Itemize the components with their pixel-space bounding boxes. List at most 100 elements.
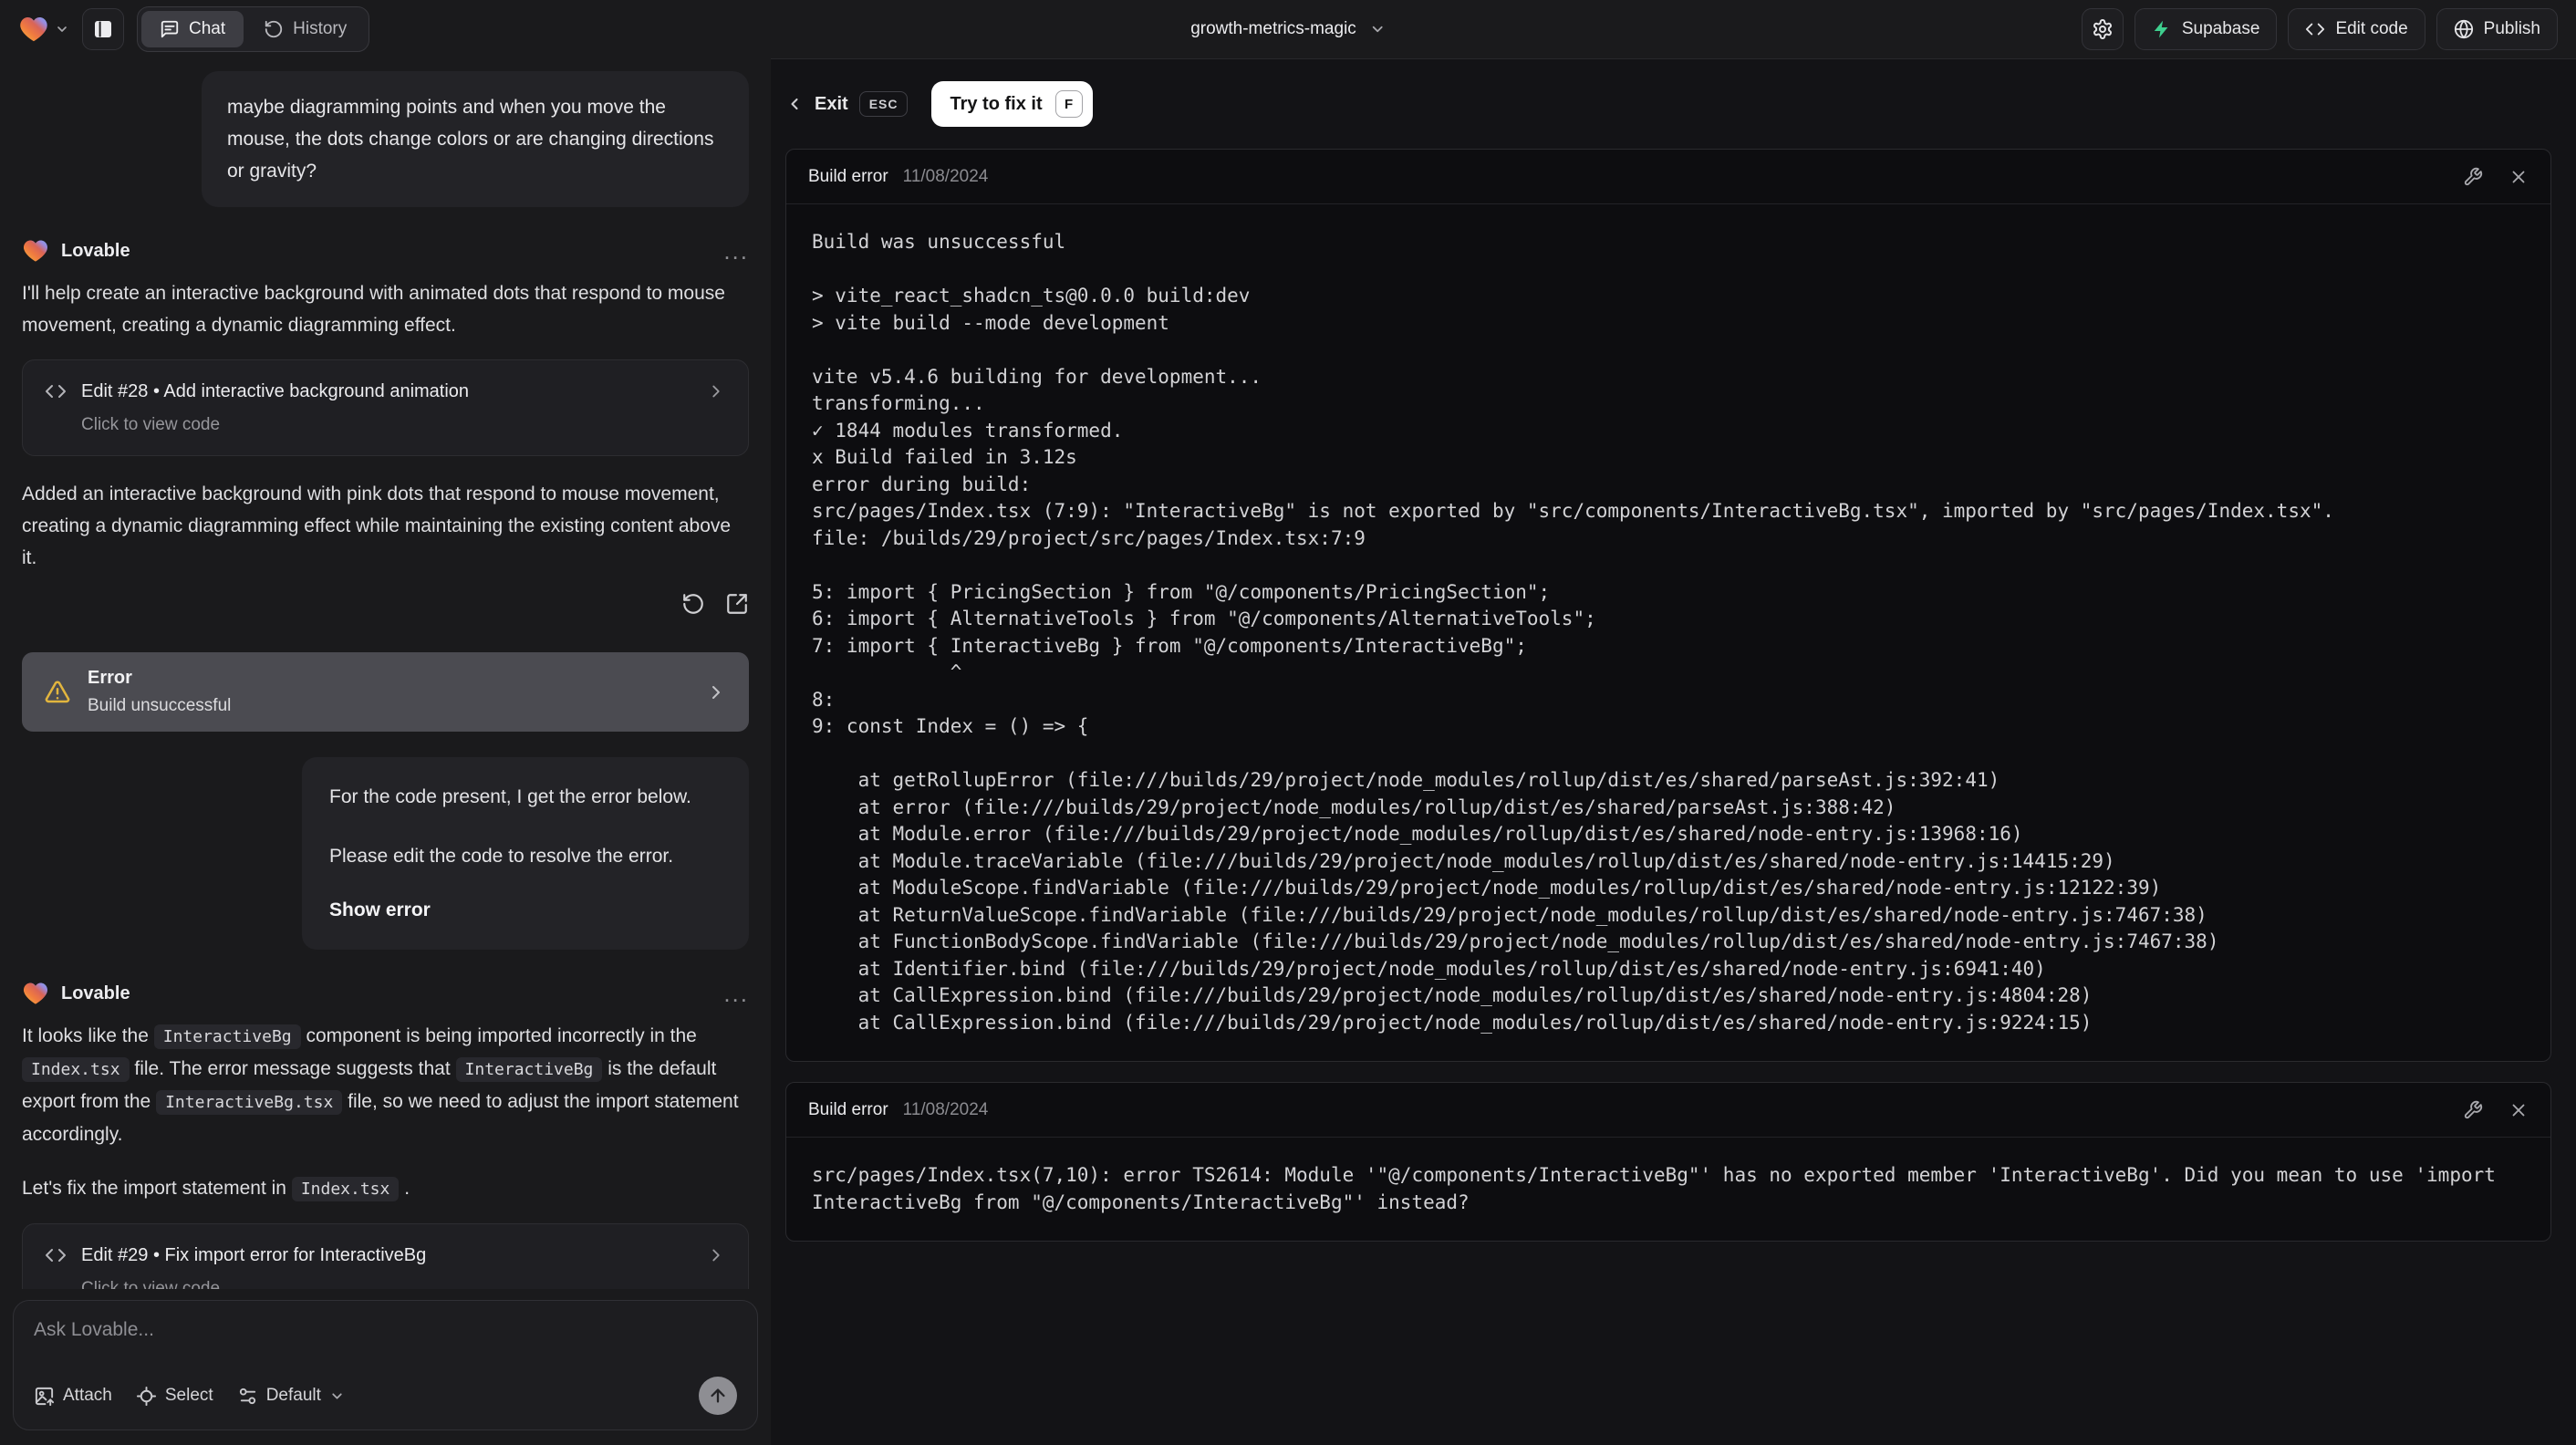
inline-code: Index.tsx bbox=[291, 1177, 400, 1201]
edit-card-title: Edit #28 • Add interactive background an… bbox=[81, 380, 470, 401]
composer-input[interactable] bbox=[34, 1319, 737, 1359]
quote-line-1: For the code present, I get the error be… bbox=[329, 786, 691, 807]
text-run: Let's fix the import statement in bbox=[22, 1178, 292, 1199]
tab-history-label: History bbox=[293, 19, 348, 38]
panel-left-icon bbox=[95, 21, 111, 37]
inline-code: InteractiveBg.tsx bbox=[156, 1090, 343, 1115]
lovable-heart-icon bbox=[20, 16, 47, 42]
chevron-right-icon bbox=[705, 681, 727, 703]
mode-dropdown[interactable]: Default bbox=[237, 1386, 345, 1407]
edit-code-button[interactable]: Edit code bbox=[2288, 8, 2425, 50]
lovable-heart-icon bbox=[24, 240, 47, 262]
f-key-badge: F bbox=[1054, 90, 1083, 118]
lovable-logo-menu[interactable] bbox=[18, 14, 69, 45]
chevron-down-icon bbox=[332, 1392, 342, 1399]
preview-panel: Exit ESC Try to fix it F Build error 11/… bbox=[771, 58, 2576, 1445]
show-error-link[interactable]: Show error bbox=[329, 896, 722, 924]
chat-bubble-icon bbox=[161, 20, 179, 38]
chevron-down-icon bbox=[57, 26, 67, 32]
project-name: growth-metrics-magic bbox=[1190, 19, 1356, 38]
edit-card-title: Edit #29 • Fix import error for Interact… bbox=[81, 1244, 427, 1265]
message-actions bbox=[22, 592, 749, 616]
try-to-fix-button[interactable]: Try to fix it F bbox=[931, 81, 1093, 127]
restore-icon[interactable] bbox=[681, 592, 705, 616]
view-tabs: Chat History bbox=[137, 6, 370, 52]
select-button[interactable]: Select bbox=[136, 1386, 213, 1407]
publish-label: Publish bbox=[2483, 19, 2540, 38]
try-to-fix-label: Try to fix it bbox=[950, 93, 1043, 114]
inline-code: InteractiveBg bbox=[455, 1057, 603, 1082]
user-message-bubble: maybe diagramming points and when you mo… bbox=[202, 71, 749, 207]
fix-wrench-icon[interactable] bbox=[2463, 1100, 2483, 1120]
chevron-right-icon bbox=[706, 381, 726, 401]
chevron-down-icon bbox=[1372, 26, 1383, 33]
attach-button[interactable]: Attach bbox=[34, 1386, 112, 1407]
edit-28-card[interactable]: Edit #28 • Add interactive background an… bbox=[22, 359, 749, 456]
tab-history[interactable]: History bbox=[245, 11, 365, 47]
exit-button[interactable]: Exit ESC bbox=[785, 91, 909, 117]
arrow-up-icon bbox=[711, 1388, 725, 1403]
composer: Attach Select Default bbox=[13, 1300, 758, 1430]
build-error-log: Build was unsuccessful > vite_react_shad… bbox=[812, 231, 2334, 1034]
assistant-paragraph: I'll help create an interactive backgrou… bbox=[22, 283, 725, 336]
build-error-summary-card[interactable]: Error Build unsuccessful bbox=[22, 652, 749, 732]
close-icon[interactable] bbox=[2508, 167, 2529, 187]
build-error-header: Build error 11/08/2024 bbox=[786, 1083, 2550, 1138]
supabase-label: Supabase bbox=[2181, 19, 2260, 38]
chevron-left-icon bbox=[791, 98, 798, 110]
globe-icon bbox=[2454, 19, 2473, 39]
edit-card-subtitle: Click to view code bbox=[81, 1279, 221, 1289]
attach-label: Attach bbox=[63, 1386, 112, 1405]
text-run: component is being imported incorrectly … bbox=[300, 1025, 697, 1046]
supabase-button[interactable]: Supabase bbox=[2134, 8, 2278, 50]
build-error-log: src/pages/Index.tsx(7,10): error TS2614:… bbox=[812, 1164, 2508, 1213]
gear-icon bbox=[2093, 19, 2112, 39]
select-label: Select bbox=[164, 1386, 213, 1405]
send-button[interactable] bbox=[699, 1377, 737, 1415]
assistant-paragraph: It looks like the InteractiveBg componen… bbox=[22, 1020, 749, 1150]
project-switcher[interactable]: growth-metrics-magic bbox=[1190, 19, 1386, 39]
chat-panel: maybe diagramming points and when you mo… bbox=[0, 58, 771, 1445]
exit-label: Exit bbox=[815, 93, 848, 114]
chat-message-list[interactable]: maybe diagramming points and when you mo… bbox=[0, 58, 771, 1289]
sidebar-toggle-button[interactable] bbox=[82, 8, 124, 50]
fix-wrench-icon[interactable] bbox=[2463, 167, 2483, 187]
supabase-bolt-icon bbox=[2154, 20, 2168, 38]
edit-code-label: Edit code bbox=[2335, 19, 2408, 38]
sliders-icon bbox=[239, 1388, 255, 1404]
code-icon bbox=[46, 1249, 66, 1262]
build-error-card-2: Build error 11/08/2024 src/pages/Index.t… bbox=[785, 1082, 2551, 1242]
quote-line-2: Please edit the code to resolve the erro… bbox=[329, 846, 674, 867]
edit-29-card[interactable]: Edit #29 • Fix import error for Interact… bbox=[22, 1223, 749, 1289]
build-error-date: 11/08/2024 bbox=[902, 1099, 989, 1119]
assistant-message-header: Lovable ... bbox=[22, 237, 749, 265]
message-menu-button[interactable]: ... bbox=[723, 982, 749, 1005]
user-message-text: maybe diagramming points and when you mo… bbox=[227, 97, 714, 182]
code-icon bbox=[2306, 23, 2325, 36]
settings-button[interactable] bbox=[2081, 8, 2124, 50]
close-icon[interactable] bbox=[2508, 1100, 2529, 1120]
tab-chat[interactable]: Chat bbox=[141, 11, 244, 47]
inline-code: InteractiveBg bbox=[153, 1024, 301, 1049]
assistant-paragraph: Let's fix the import statement in Index.… bbox=[22, 1172, 749, 1205]
edit-card-subtitle: Click to view code bbox=[81, 415, 221, 434]
lovable-heart-icon bbox=[24, 982, 47, 1004]
user-error-quote-bubble: For the code present, I get the error be… bbox=[302, 757, 749, 950]
publish-button[interactable]: Publish bbox=[2436, 8, 2558, 50]
esc-key-badge: ESC bbox=[858, 91, 909, 117]
warning-triangle-icon bbox=[44, 679, 71, 706]
attach-image-icon bbox=[35, 1387, 55, 1406]
assistant-name: Lovable bbox=[61, 982, 130, 1003]
top-header: Chat History growth-metrics-magic Supaba… bbox=[0, 0, 2576, 58]
text-run: It looks like the bbox=[22, 1025, 154, 1046]
message-menu-button[interactable]: ... bbox=[723, 239, 749, 263]
select-target-icon bbox=[136, 1386, 156, 1406]
inline-code: Index.tsx bbox=[22, 1057, 130, 1082]
build-error-title: Build error bbox=[808, 166, 888, 186]
text-run: file. The error message suggests that bbox=[129, 1058, 456, 1079]
text-run: . bbox=[399, 1178, 410, 1199]
history-icon bbox=[265, 20, 283, 38]
build-error-date: 11/08/2024 bbox=[902, 166, 989, 186]
mode-label: Default bbox=[265, 1386, 321, 1405]
open-preview-icon[interactable] bbox=[725, 592, 749, 616]
